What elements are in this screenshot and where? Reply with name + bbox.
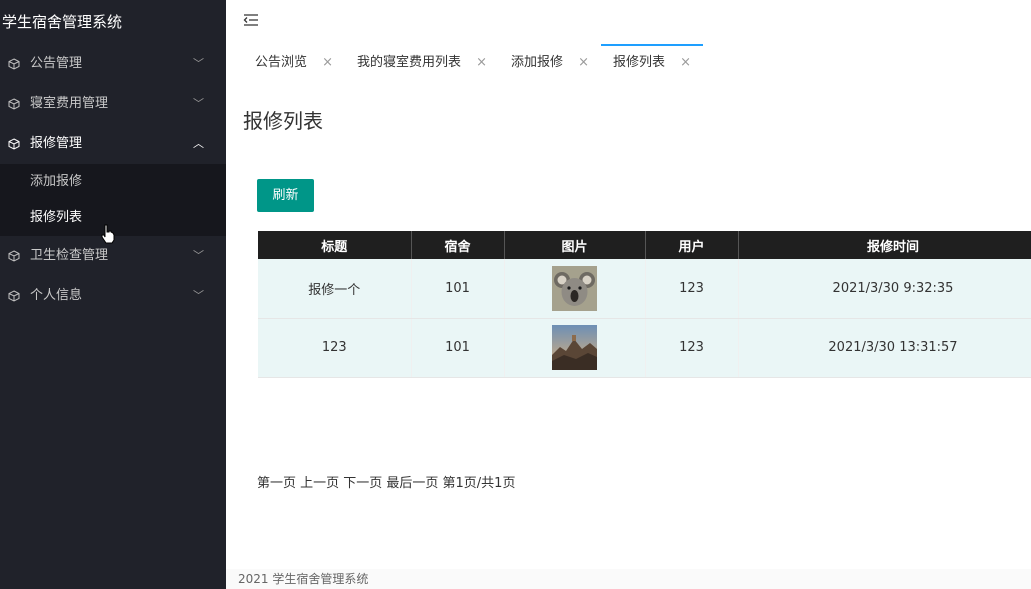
cell-dorm: 101: [411, 318, 505, 378]
pointer-cursor-icon: [101, 224, 115, 244]
close-icon[interactable]: ×: [476, 44, 487, 82]
sidebar-item-label: 寝室费用管理: [30, 96, 109, 111]
sidebar-subitem-add-repair[interactable]: 添加报修: [0, 164, 226, 200]
top-header: 公告浏览 × 我的寝室费用列表 × 添加报修 × 报修列表 ×: [226, 0, 1031, 80]
footer: 2021 学生宿舍管理系统: [226, 569, 1031, 589]
tab-notice-browse[interactable]: 公告浏览 ×: [243, 44, 345, 80]
cell-title: 123: [258, 318, 412, 378]
table-row[interactable]: 123 101 123 2021/3/30 13:31:57: [258, 318, 1031, 378]
close-icon[interactable]: ×: [322, 44, 333, 82]
cube-icon: [8, 138, 20, 150]
cube-icon: [8, 290, 20, 302]
sidebar-item-label: 公告管理: [30, 56, 83, 71]
sidebar-item-fees[interactable]: 寝室费用管理 ﹀: [0, 84, 226, 124]
cube-icon: [8, 58, 20, 70]
sidebar: 学生宿舍管理系统 公告管理 ﹀ 寝室费用管理 ﹀ 报修管理 ︿ 添加报修 报修列…: [0, 0, 226, 589]
chevron-down-icon: ﹀: [193, 289, 204, 302]
sidebar-item-repair[interactable]: 报修管理 ︿: [0, 124, 226, 164]
repair-table: 标题 宿舍 图片 用户 报修时间 报修一个 101 123 2021/3/30 …: [258, 231, 1031, 378]
menu-fold-icon[interactable]: [243, 12, 259, 28]
sidebar-item-label: 报修管理: [30, 136, 83, 151]
cube-icon: [8, 250, 20, 262]
sidebar-item-notice[interactable]: 公告管理 ﹀: [0, 44, 226, 84]
cell-image: [504, 318, 646, 378]
tab-label: 报修列表: [613, 55, 666, 70]
cell-user: 123: [645, 318, 739, 378]
column-header: 宿舍: [411, 231, 505, 259]
koala-photo[interactable]: [552, 265, 597, 311]
page-title: 报修列表: [243, 109, 323, 133]
sidebar-item-label: 卫生检查管理: [30, 248, 109, 263]
chevron-down-icon: ﹀: [193, 249, 204, 262]
close-icon[interactable]: ×: [680, 46, 691, 80]
table-row[interactable]: 报修一个 101 123 2021/3/30 9:32:35: [258, 259, 1031, 319]
column-header: 报修时间: [738, 231, 1031, 259]
column-header: 图片: [504, 231, 646, 259]
refresh-button[interactable]: 刷新: [257, 179, 314, 212]
pagination[interactable]: 第一页 上一页 下一页 最后一页 第1页/共1页: [257, 472, 515, 491]
chevron-up-icon: ︿: [193, 137, 204, 150]
sidebar-item-profile[interactable]: 个人信息 ﹀: [0, 276, 226, 316]
tab-label: 我的寝室费用列表: [357, 55, 462, 70]
table-header-row: 标题 宿舍 图片 用户 报修时间: [258, 231, 1031, 259]
column-header: 用户: [645, 231, 739, 259]
sidebar-item-label: 个人信息: [30, 288, 83, 303]
mountain-photo[interactable]: [552, 325, 597, 370]
cell-image: [504, 259, 646, 319]
app-title: 学生宿舍管理系统: [2, 13, 123, 31]
column-header: 标题: [258, 231, 412, 259]
tab-label: 公告浏览: [255, 55, 308, 70]
tab-label: 添加报修: [511, 55, 564, 70]
repair-list-card: 刷新 标题 宿舍 图片 用户 报修时间 报修一个 101 123 2021/3/…: [243, 160, 1031, 491]
tab-bar: 公告浏览 × 我的寝室费用列表 × 添加报修 × 报修列表 ×: [243, 44, 704, 80]
cell-time: 2021/3/30 9:32:35: [738, 259, 1031, 319]
main-content: 报修列表 刷新 标题 宿舍 图片 用户 报修时间 报修一个 101 123 20…: [226, 80, 1031, 569]
cell-dorm: 101: [411, 259, 505, 319]
close-icon[interactable]: ×: [578, 44, 589, 82]
chevron-down-icon: ﹀: [193, 97, 204, 110]
cube-icon: [8, 98, 20, 110]
chevron-down-icon: ﹀: [193, 57, 204, 70]
cell-user: 123: [645, 259, 739, 319]
tab-add-repair[interactable]: 添加报修 ×: [499, 44, 601, 80]
cell-title: 报修一个: [258, 259, 412, 319]
tab-my-dorm-fees[interactable]: 我的寝室费用列表 ×: [345, 44, 499, 80]
cell-time: 2021/3/30 13:31:57: [738, 318, 1031, 378]
tab-repair-list[interactable]: 报修列表 ×: [601, 44, 704, 80]
